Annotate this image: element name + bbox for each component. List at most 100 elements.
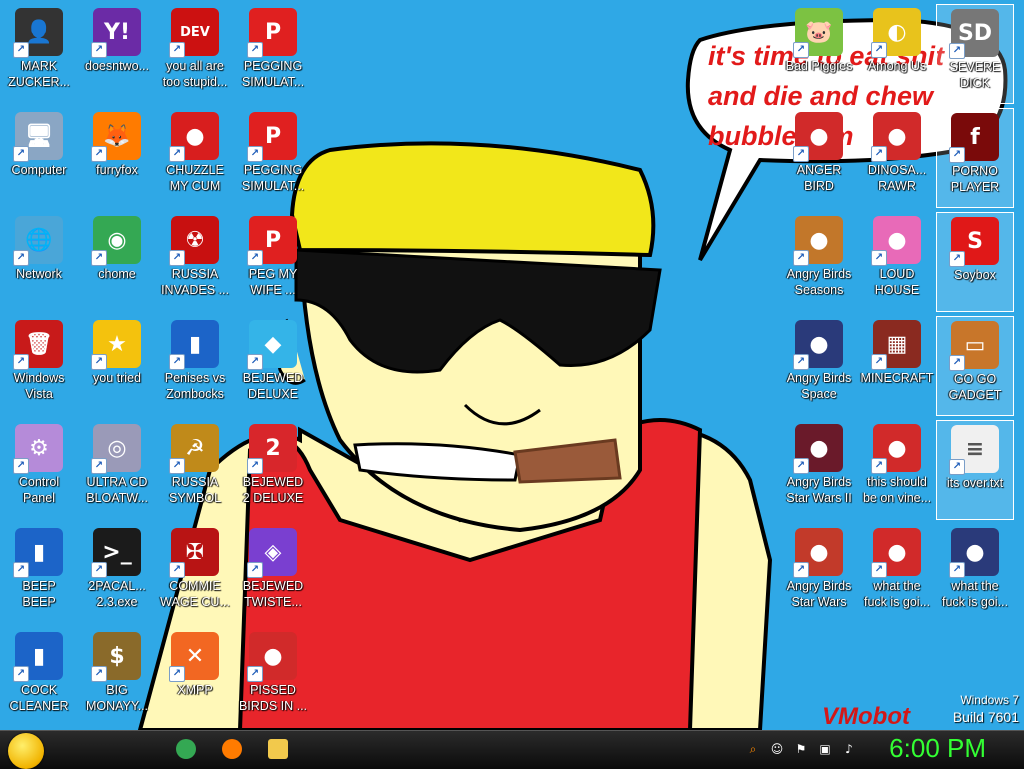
desktop-icon[interactable]: ◉ ↗ chome: [78, 212, 156, 312]
start-button[interactable]: [8, 733, 44, 769]
desktop-icon[interactable]: S ↗ Soybox: [936, 212, 1014, 312]
desktop-icon-label: PEG MY WIFE ...: [248, 267, 298, 297]
watermark-build: Build 7601: [952, 709, 1019, 725]
shortcut-arrow-icon: ↗: [871, 146, 887, 162]
desktop-icon-label: chome: [98, 267, 136, 281]
shortcut-arrow-icon: ↗: [13, 42, 29, 58]
desktop-icon[interactable]: ● ↗ Angry Birds Star Wars: [780, 524, 858, 624]
shortcut-arrow-icon: ↗: [13, 354, 29, 370]
desktop-icon[interactable]: ● ↗ Angry Birds Space: [780, 316, 858, 416]
shortcut-arrow-icon: ↗: [169, 250, 185, 266]
desktop-icon[interactable]: SD ↗ SEVERE DICK: [936, 4, 1014, 104]
desktop-icon[interactable]: ▮ ↗ COCK CLEANER: [0, 628, 78, 728]
desktop-icon[interactable]: ● ↗ Angry Birds Seasons: [780, 212, 858, 312]
desktop-icon[interactable]: DEV ↗ you all are too stupid...: [156, 4, 234, 104]
taskbar-firefox-icon[interactable]: [222, 739, 242, 759]
shortcut-arrow-icon: ↗: [169, 354, 185, 370]
volume-icon[interactable]: ♪: [842, 742, 856, 756]
desktop-icon[interactable]: ● ↗ Angry Birds Star Wars II: [780, 420, 858, 520]
desktop-icon[interactable]: P ↗ PEGGING SIMULAT...: [234, 4, 312, 104]
angry-birds-space-icon: ● ↗: [793, 320, 843, 370]
angry-bird-icon: ● ↗: [871, 528, 921, 578]
shortcut-arrow-icon: ↗: [13, 146, 29, 162]
desktop-icon[interactable]: Y! ↗ doesntwo...: [78, 4, 156, 104]
desktop-icon[interactable]: ● ↗ what the fuck is goi...: [858, 524, 936, 624]
taskbar-folder-icon[interactable]: [268, 739, 288, 759]
desktop-icon-label: Bad Piggies: [785, 59, 853, 73]
desktop-icon[interactable]: ● ↗ CHUZZLE MY CUM: [156, 108, 234, 208]
desktop-icon-label: XMPP: [177, 683, 213, 697]
desktop-icon-label: Angry Birds Space: [786, 371, 852, 401]
desktop-icon[interactable]: f ↗ PORNO PLAYER: [936, 108, 1014, 208]
desktop-icon[interactable]: $ ↗ BIG MONAYY...: [78, 628, 156, 728]
blue-book-icon: ▮ ↗: [13, 528, 63, 578]
search-icon[interactable]: ⌕: [746, 742, 760, 756]
desktop-icon[interactable]: ≡ ↗ its over.txt: [936, 420, 1014, 520]
desktop-icon[interactable]: 👤 ↗ MARK ZUCKER...: [0, 4, 78, 104]
desktop-icon[interactable]: ● ↗ this should be on vine...: [858, 420, 936, 520]
desktop-icon[interactable]: 🗑 ↗ Windows Vista: [0, 316, 78, 416]
desktop-icon[interactable]: 🐷 ↗ Bad Piggies: [780, 4, 858, 104]
shortcut-arrow-icon: ↗: [871, 458, 887, 474]
desktop-icon-label: 2PACAL... 2.3.exe: [88, 579, 146, 609]
shortcut-arrow-icon: ↗: [13, 250, 29, 266]
clock[interactable]: 6:00 PM: [889, 733, 986, 764]
shortcut-arrow-icon: ↗: [13, 458, 29, 474]
desktop-icon-label: Angry Birds Star Wars: [786, 579, 852, 609]
briefcase-icon: ▭ ↗: [949, 321, 999, 371]
watermark-os: Windows 7: [960, 693, 1019, 707]
desktop-icon[interactable]: ▮ ↗ BEEP BEEP: [0, 524, 78, 624]
taskbar-chrome-icon[interactable]: [176, 739, 196, 759]
flag-icon[interactable]: ⚑: [794, 742, 808, 756]
shortcut-arrow-icon: ↗: [169, 562, 185, 578]
desktop-icon[interactable]: P ↗ PEGGING SIMULAT...: [234, 108, 312, 208]
network-tray-icon[interactable]: ▣: [818, 742, 832, 756]
desktop-icon[interactable]: ▦ ↗ MINECRAFT: [858, 316, 936, 416]
desktop-icon[interactable]: 🦊 ↗ furryfox: [78, 108, 156, 208]
desktop-icon[interactable]: ◐ ↗ Among Us: [858, 4, 936, 104]
desktop-icon-label: Soybox: [954, 268, 996, 282]
desktop-icon[interactable]: >_ ↗ 2PACAL... 2.3.exe: [78, 524, 156, 624]
control-panel-icon: ⚙ ↗: [13, 424, 63, 474]
desktop-icon[interactable]: ● ↗ what the fuck is goi...: [936, 524, 1014, 624]
text-file-icon: ≡ ↗: [949, 425, 999, 475]
shortcut-arrow-icon: ↗: [13, 666, 29, 682]
pink-bird-icon: ● ↗: [871, 216, 921, 266]
angry-birds-star-wars-icon: ● ↗: [793, 528, 843, 578]
desktop-icon[interactable]: 🖥 ↗ Computer: [0, 108, 78, 208]
desktop-icon[interactable]: ◆ ↗ BEJEWED DELUXE: [234, 316, 312, 416]
gold-symbol-icon: ☭ ↗: [169, 424, 219, 474]
desktop-icon[interactable]: ▭ ↗ GO GO GADGET: [936, 316, 1014, 416]
desktop-icon[interactable]: ◎ ↗ ULTRA CD BLOATW...: [78, 420, 156, 520]
shortcut-arrow-icon: ↗: [247, 562, 263, 578]
desktop-icon-label: BIG MONAYY...: [85, 683, 149, 713]
desktop-icon[interactable]: ▮ ↗ Penises vs Zombocks: [156, 316, 234, 416]
desktop-icon[interactable]: ⚙ ↗ Control Panel: [0, 420, 78, 520]
desktop-icon[interactable]: P ↗ PEG MY WIFE ...: [234, 212, 312, 312]
shortcut-arrow-icon: ↗: [793, 146, 809, 162]
desktop-icon[interactable]: ★ ↗ you tried: [78, 316, 156, 416]
pegging-p-icon: P ↗: [247, 216, 297, 266]
desktop-icon[interactable]: ✠ ↗ COMMIE WAGE CU...: [156, 524, 234, 624]
desktop-icon[interactable]: ✕ ↗ XMPP: [156, 628, 234, 728]
desktop-icon-label: what the fuck is goi...: [942, 579, 1008, 609]
desktop-icon[interactable]: ● ↗ DINOSA... RAWR: [858, 108, 936, 208]
desktop-icon[interactable]: ● ↗ PISSED BIRDS IN ...: [234, 628, 312, 728]
shortcut-arrow-icon: ↗: [949, 147, 965, 163]
shortcut-arrow-icon: ↗: [949, 459, 965, 475]
desktop-icon[interactable]: ● ↗ LOUD HOUSE: [858, 212, 936, 312]
desktop-icon[interactable]: 2 ↗ BEJEWED 2 DELUXE: [234, 420, 312, 520]
desktop-icon[interactable]: 🌐 ↗ Network: [0, 212, 78, 312]
sd-card-icon: SD ↗: [949, 9, 999, 59]
desktop-icon-label: BEEP BEEP: [22, 579, 56, 609]
desktop-icon-label: Network: [16, 267, 62, 281]
desktop-icon[interactable]: ◈ ↗ BEJEWED TWISTE...: [234, 524, 312, 624]
yahoo-messenger-icon: Y! ↗: [91, 8, 141, 58]
shortcut-arrow-icon: ↗: [169, 42, 185, 58]
shortcut-arrow-icon: ↗: [247, 250, 263, 266]
desktop-icon[interactable]: ● ↗ ANGER BIRD: [780, 108, 858, 208]
shortcut-arrow-icon: ↗: [169, 458, 185, 474]
desktop-icon[interactable]: ☢ ↗ RUSSIA INVADES ...: [156, 212, 234, 312]
desktop-icon[interactable]: ☭ ↗ RUSSIA SYMBOL: [156, 420, 234, 520]
messenger-icon[interactable]: ☺: [770, 742, 784, 756]
